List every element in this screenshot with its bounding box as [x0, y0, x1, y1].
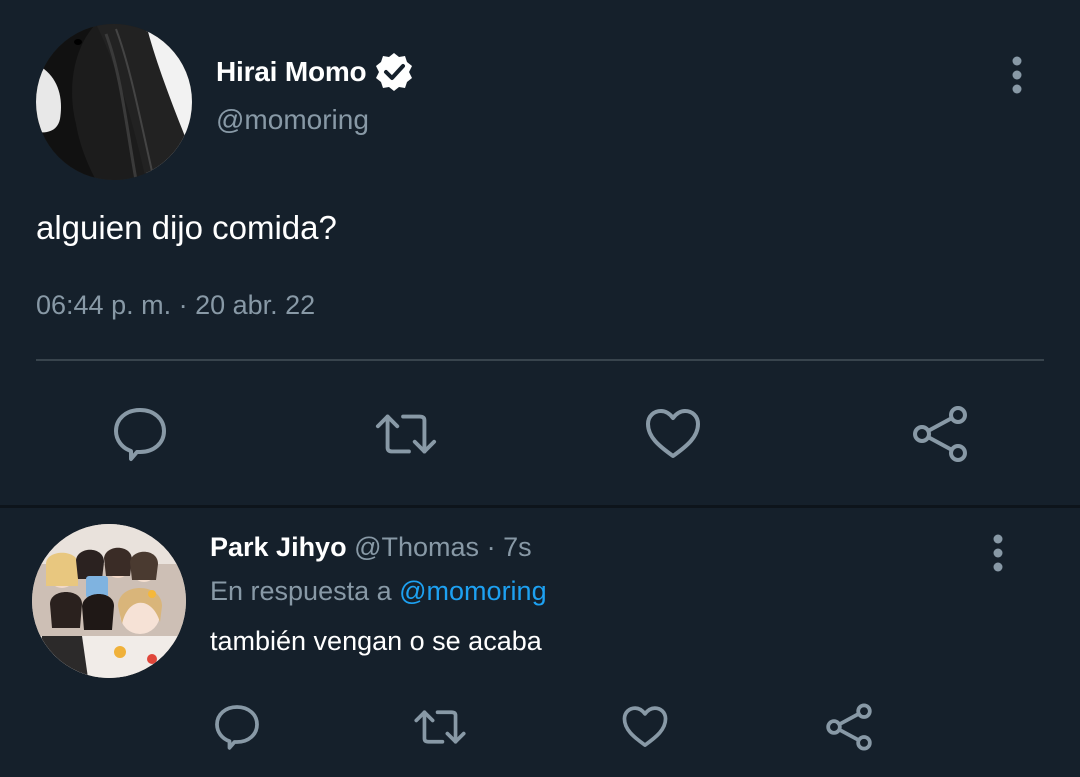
- retweet-icon: [375, 414, 437, 454]
- retweet-button[interactable]: [374, 402, 438, 466]
- more-options-icon[interactable]: [1010, 55, 1024, 95]
- divider: [36, 359, 1044, 361]
- author-handle[interactable]: @Thomas: [354, 532, 479, 562]
- like-icon: [622, 706, 668, 747]
- author-handle[interactable]: @momoring: [216, 104, 369, 136]
- avatar[interactable]: [36, 24, 192, 180]
- tweet-detail-page: Hirai Momo @momoring alguien dijo comida…: [0, 0, 1080, 777]
- author-row: Hirai Momo: [216, 50, 416, 94]
- avatar[interactable]: [32, 524, 186, 678]
- like-button[interactable]: [618, 700, 672, 754]
- share-button[interactable]: [822, 700, 876, 754]
- main-tweet: Hirai Momo @momoring alguien dijo comida…: [0, 0, 1080, 505]
- reply-icon: [114, 408, 166, 461]
- tweet-text: alguien dijo comida?: [36, 209, 337, 246]
- author-name[interactable]: Park Jihyo: [210, 532, 347, 562]
- retweet-button[interactable]: [413, 700, 467, 754]
- verified-badge-icon: [372, 50, 416, 94]
- reply-button[interactable]: [210, 700, 264, 754]
- reply-icon: [215, 705, 259, 750]
- avatar-photo: [32, 524, 186, 678]
- section-divider: [0, 505, 1080, 508]
- separator: ·: [486, 532, 496, 562]
- reply-prefix: En respuesta a: [210, 576, 392, 606]
- share-icon: [913, 406, 967, 462]
- like-button[interactable]: [641, 402, 705, 466]
- more-options-icon[interactable]: [991, 533, 1005, 573]
- like-icon: [646, 409, 700, 458]
- tweet-text: también vengan o se acaba: [210, 626, 542, 656]
- reply-button[interactable]: [108, 402, 172, 466]
- tweet-timestamp: 06:44 p. m. · 20 abr. 22: [36, 290, 316, 320]
- author-name[interactable]: Hirai Momo: [216, 56, 367, 88]
- replying-to: En respuesta a @momoring: [210, 576, 547, 607]
- retweet-icon: [414, 710, 466, 744]
- reply-header: Park Jihyo @Thomas · 7s: [210, 532, 532, 563]
- tweet-time: 7s: [503, 532, 532, 562]
- avatar-photo: [36, 24, 192, 180]
- mention-link[interactable]: @momoring: [399, 576, 546, 606]
- share-icon: [826, 703, 872, 751]
- share-button[interactable]: [908, 402, 972, 466]
